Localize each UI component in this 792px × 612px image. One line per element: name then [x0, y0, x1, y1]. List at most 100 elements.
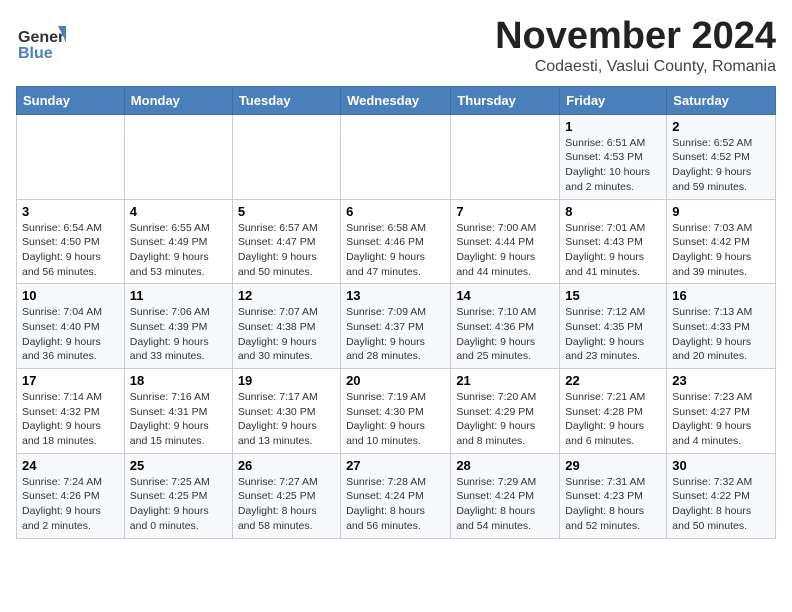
day-cell: 27 Sunrise: 7:28 AM Sunset: 4:24 PM Dayli… [341, 453, 451, 538]
day-detail: Sunrise: 7:19 AM Sunset: 4:30 PM Dayligh… [346, 390, 445, 449]
logo-icon: General Blue [16, 16, 66, 66]
day-cell: 11 Sunrise: 7:06 AM Sunset: 4:39 PM Dayli… [124, 284, 232, 369]
month-title: November 2024 [495, 16, 776, 58]
week-row-5: 24 Sunrise: 7:24 AM Sunset: 4:26 PM Dayli… [17, 453, 776, 538]
day-detail: Sunrise: 7:04 AM Sunset: 4:40 PM Dayligh… [22, 305, 119, 364]
day-number: 11 [130, 288, 227, 303]
day-detail: Sunrise: 7:21 AM Sunset: 4:28 PM Dayligh… [565, 390, 661, 449]
title-area: November 2024 Codaesti, Vaslui County, R… [495, 16, 776, 76]
day-cell: 24 Sunrise: 7:24 AM Sunset: 4:26 PM Dayli… [17, 453, 125, 538]
day-detail: Sunrise: 7:00 AM Sunset: 4:44 PM Dayligh… [456, 221, 554, 280]
day-detail: Sunrise: 7:28 AM Sunset: 4:24 PM Dayligh… [346, 475, 445, 534]
day-cell: 12 Sunrise: 7:07 AM Sunset: 4:38 PM Dayli… [232, 284, 340, 369]
day-number: 23 [672, 373, 770, 388]
day-detail: Sunrise: 7:23 AM Sunset: 4:27 PM Dayligh… [672, 390, 770, 449]
day-cell: 19 Sunrise: 7:17 AM Sunset: 4:30 PM Dayli… [232, 369, 340, 454]
day-number: 4 [130, 204, 227, 219]
day-cell: 18Sunrise: 7:16 AM Sunset: 4:31 PM Dayli… [124, 369, 232, 454]
day-cell: 8Sunrise: 7:01 AM Sunset: 4:43 PM Daylig… [560, 199, 667, 284]
day-detail: Sunrise: 6:57 AM Sunset: 4:47 PM Dayligh… [238, 221, 335, 280]
day-cell: 4 Sunrise: 6:55 AM Sunset: 4:49 PM Daylig… [124, 199, 232, 284]
day-number: 21 [456, 373, 554, 388]
day-number: 18 [130, 373, 227, 388]
day-cell: 22 Sunrise: 7:21 AM Sunset: 4:28 PM Dayli… [560, 369, 667, 454]
day-number: 24 [22, 458, 119, 473]
day-number: 3 [22, 204, 119, 219]
day-detail: Sunrise: 7:14 AM Sunset: 4:32 PM Dayligh… [22, 390, 119, 449]
day-detail: Sunrise: 7:25 AM Sunset: 4:25 PM Dayligh… [130, 475, 227, 534]
day-cell: 25 Sunrise: 7:25 AM Sunset: 4:25 PM Dayli… [124, 453, 232, 538]
day-cell: 17 Sunrise: 7:14 AM Sunset: 4:32 PM Dayli… [17, 369, 125, 454]
day-detail: Sunrise: 6:55 AM Sunset: 4:49 PM Dayligh… [130, 221, 227, 280]
day-detail: Sunrise: 6:51 AM Sunset: 4:53 PM Dayligh… [565, 136, 661, 195]
day-detail: Sunrise: 7:17 AM Sunset: 4:30 PM Dayligh… [238, 390, 335, 449]
day-detail: Sunrise: 7:09 AM Sunset: 4:37 PM Dayligh… [346, 305, 445, 364]
day-cell: 16Sunrise: 7:13 AM Sunset: 4:33 PM Dayli… [667, 284, 776, 369]
weekday-header-tuesday: Tuesday [232, 86, 340, 114]
day-detail: Sunrise: 7:29 AM Sunset: 4:24 PM Dayligh… [456, 475, 554, 534]
day-cell: 29Sunrise: 7:31 AM Sunset: 4:23 PM Dayli… [560, 453, 667, 538]
day-number: 5 [238, 204, 335, 219]
day-number: 29 [565, 458, 661, 473]
day-number: 19 [238, 373, 335, 388]
day-detail: Sunrise: 7:07 AM Sunset: 4:38 PM Dayligh… [238, 305, 335, 364]
day-cell: 7 Sunrise: 7:00 AM Sunset: 4:44 PM Daylig… [451, 199, 560, 284]
week-row-1: 1 Sunrise: 6:51 AM Sunset: 4:53 PM Daylig… [17, 114, 776, 199]
day-cell: 9Sunrise: 7:03 AM Sunset: 4:42 PM Daylig… [667, 199, 776, 284]
weekday-header-sunday: Sunday [17, 86, 125, 114]
day-cell [341, 114, 451, 199]
day-cell: 23 Sunrise: 7:23 AM Sunset: 4:27 PM Dayli… [667, 369, 776, 454]
day-cell [17, 114, 125, 199]
day-number: 10 [22, 288, 119, 303]
day-number: 22 [565, 373, 661, 388]
day-detail: Sunrise: 7:01 AM Sunset: 4:43 PM Dayligh… [565, 221, 661, 280]
calendar-table: SundayMondayTuesdayWednesdayThursdayFrid… [16, 86, 776, 539]
weekday-header-friday: Friday [560, 86, 667, 114]
day-number: 7 [456, 204, 554, 219]
day-cell: 10 Sunrise: 7:04 AM Sunset: 4:40 PM Dayli… [17, 284, 125, 369]
day-cell: 2Sunrise: 6:52 AM Sunset: 4:52 PM Daylig… [667, 114, 776, 199]
day-detail: Sunrise: 7:32 AM Sunset: 4:22 PM Dayligh… [672, 475, 770, 534]
week-row-4: 17 Sunrise: 7:14 AM Sunset: 4:32 PM Dayli… [17, 369, 776, 454]
calendar-body: 1 Sunrise: 6:51 AM Sunset: 4:53 PM Daylig… [17, 114, 776, 538]
weekday-header-row: SundayMondayTuesdayWednesdayThursdayFrid… [17, 86, 776, 114]
day-number: 27 [346, 458, 445, 473]
week-row-3: 10 Sunrise: 7:04 AM Sunset: 4:40 PM Dayli… [17, 284, 776, 369]
weekday-header-wednesday: Wednesday [341, 86, 451, 114]
day-detail: Sunrise: 6:58 AM Sunset: 4:46 PM Dayligh… [346, 221, 445, 280]
day-cell: 26Sunrise: 7:27 AM Sunset: 4:25 PM Dayli… [232, 453, 340, 538]
day-number: 17 [22, 373, 119, 388]
day-cell: 20 Sunrise: 7:19 AM Sunset: 4:30 PM Dayli… [341, 369, 451, 454]
day-number: 9 [672, 204, 770, 219]
day-detail: Sunrise: 7:12 AM Sunset: 4:35 PM Dayligh… [565, 305, 661, 364]
day-number: 28 [456, 458, 554, 473]
weekday-header-monday: Monday [124, 86, 232, 114]
day-detail: Sunrise: 7:20 AM Sunset: 4:29 PM Dayligh… [456, 390, 554, 449]
day-number: 1 [565, 119, 661, 134]
svg-text:Blue: Blue [18, 45, 53, 62]
day-cell: 3 Sunrise: 6:54 AM Sunset: 4:50 PM Daylig… [17, 199, 125, 284]
day-cell: 6 Sunrise: 6:58 AM Sunset: 4:46 PM Daylig… [341, 199, 451, 284]
day-number: 20 [346, 373, 445, 388]
day-number: 6 [346, 204, 445, 219]
day-number: 12 [238, 288, 335, 303]
svg-text:General: General [18, 29, 66, 46]
day-number: 15 [565, 288, 661, 303]
day-cell: 5 Sunrise: 6:57 AM Sunset: 4:47 PM Daylig… [232, 199, 340, 284]
logo: General Blue [16, 16, 66, 66]
day-cell [232, 114, 340, 199]
day-cell: 15 Sunrise: 7:12 AM Sunset: 4:35 PM Dayli… [560, 284, 667, 369]
day-detail: Sunrise: 7:24 AM Sunset: 4:26 PM Dayligh… [22, 475, 119, 534]
day-detail: Sunrise: 7:13 AM Sunset: 4:33 PM Dayligh… [672, 305, 770, 364]
header: General Blue November 2024 Codaesti, Vas… [16, 16, 776, 76]
day-cell: 28 Sunrise: 7:29 AM Sunset: 4:24 PM Dayli… [451, 453, 560, 538]
day-detail: Sunrise: 7:06 AM Sunset: 4:39 PM Dayligh… [130, 305, 227, 364]
location-title: Codaesti, Vaslui County, Romania [495, 58, 776, 76]
day-detail: Sunrise: 7:27 AM Sunset: 4:25 PM Dayligh… [238, 475, 335, 534]
day-detail: Sunrise: 6:54 AM Sunset: 4:50 PM Dayligh… [22, 221, 119, 280]
weekday-header-saturday: Saturday [667, 86, 776, 114]
day-cell: 13Sunrise: 7:09 AM Sunset: 4:37 PM Dayli… [341, 284, 451, 369]
day-number: 2 [672, 119, 770, 134]
weekday-header-thursday: Thursday [451, 86, 560, 114]
day-number: 25 [130, 458, 227, 473]
